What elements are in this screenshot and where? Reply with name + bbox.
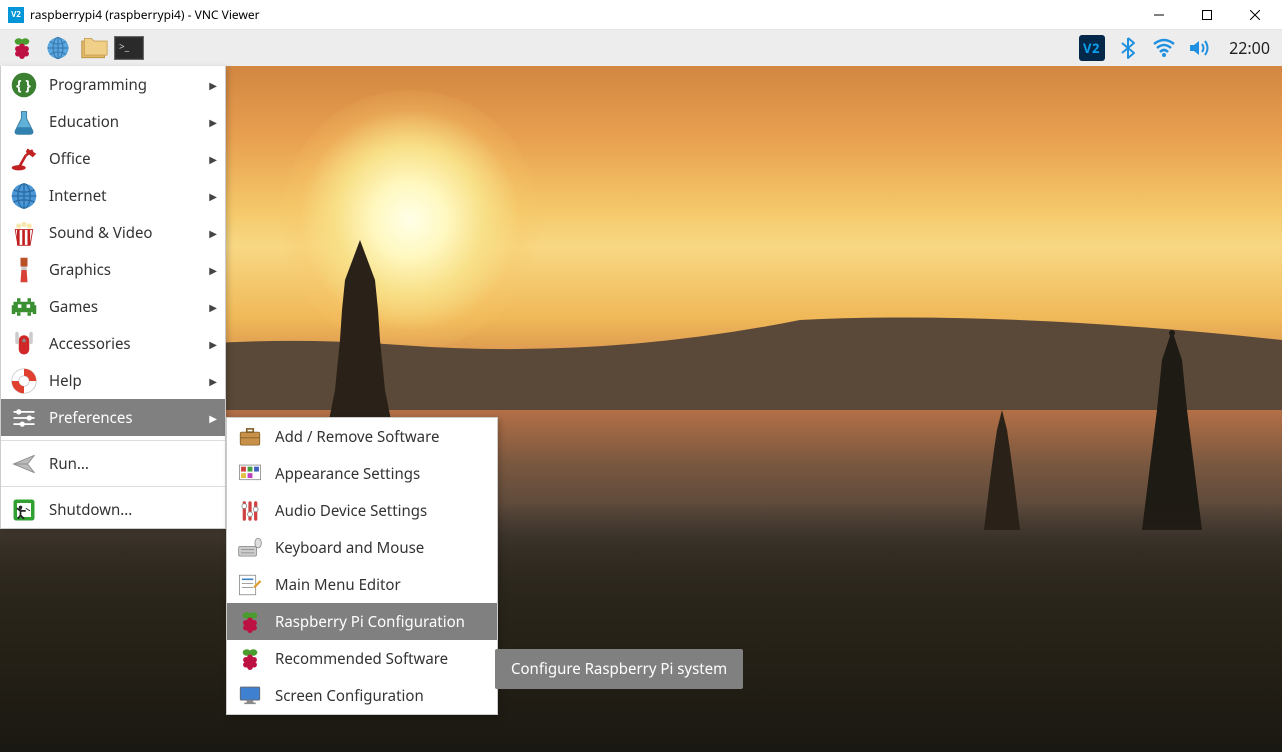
menu-label: Sound & Video: [49, 223, 153, 243]
send-icon: [9, 449, 39, 479]
raspberry-icon: [235, 644, 265, 674]
window-controls: [1144, 5, 1270, 25]
appearance-icon: [235, 459, 265, 489]
submenu-label: Screen Configuration: [275, 686, 424, 706]
svg-text:>_: >_: [119, 39, 130, 53]
sliders-icon: [9, 403, 39, 433]
submenu-item-recommended-software[interactable]: Recommended Software: [227, 640, 497, 677]
exit-icon: [9, 495, 39, 525]
menu-item-internet[interactable]: Internet ▶: [1, 177, 225, 214]
submenu-item-appearance[interactable]: Appearance Settings: [227, 455, 497, 492]
svg-text:{ }: { }: [16, 76, 31, 95]
svg-text:V: V: [1083, 39, 1092, 57]
submenu-label: Audio Device Settings: [275, 501, 427, 521]
menu-label: Office: [49, 149, 91, 169]
menu-label: Games: [49, 297, 98, 317]
menu-item-accessories[interactable]: Accessories ▶: [1, 325, 225, 362]
submenu-item-keyboard-mouse[interactable]: Keyboard and Mouse: [227, 529, 497, 566]
taskbar-clock[interactable]: 22:00: [1229, 37, 1270, 59]
menu-label: Education: [49, 112, 119, 132]
tooltip: Configure Raspberry Pi system: [495, 649, 743, 689]
flask-icon: [9, 107, 39, 137]
menu-label: Graphics: [49, 260, 111, 280]
chevron-right-icon: ▶: [209, 152, 217, 166]
wallpaper-foliage: [0, 502, 1282, 752]
menu-item-help[interactable]: Help ▶: [1, 362, 225, 399]
menu-item-education[interactable]: Education ▶: [1, 103, 225, 140]
menu-label: Accessories: [49, 334, 131, 354]
wifi-icon[interactable]: [1151, 35, 1177, 61]
menu-item-sound-video[interactable]: Sound & Video ▶: [1, 214, 225, 251]
chevron-right-icon: ▶: [209, 189, 217, 203]
submenu-item-raspberry-pi-config[interactable]: Raspberry Pi Configuration: [227, 603, 497, 640]
code-icon: { }: [9, 70, 39, 100]
bluetooth-icon[interactable]: [1115, 35, 1141, 61]
audio-sliders-icon: [235, 496, 265, 526]
web-browser-icon[interactable]: [42, 34, 74, 62]
chevron-right-icon: ▶: [209, 374, 217, 388]
chevron-right-icon: ▶: [209, 78, 217, 92]
menu-separator: [1, 486, 225, 487]
menu-label: Run...: [49, 454, 89, 474]
menu-editor-icon: [235, 570, 265, 600]
menu-item-programming[interactable]: { } Programming ▶: [1, 66, 225, 103]
lifebuoy-icon: [9, 366, 39, 396]
menu-label: Help: [49, 371, 82, 391]
vnc-tray-icon[interactable]: V2: [1079, 35, 1105, 61]
lamp-icon: [9, 144, 39, 174]
monitor-icon: [235, 681, 265, 711]
chevron-right-icon: ▶: [209, 337, 217, 351]
terminal-icon[interactable]: >_: [114, 36, 144, 60]
close-button[interactable]: [1240, 5, 1270, 25]
popcorn-icon: [9, 218, 39, 248]
taskbar: >_ V2 22:00: [0, 30, 1282, 66]
wallpaper-temple-right: [1122, 330, 1222, 530]
chevron-right-icon: ▶: [209, 115, 217, 129]
raspberry-menu-icon[interactable]: [6, 34, 38, 62]
main-menu: { } Programming ▶ Education ▶ Office ▶ Inte…: [0, 66, 226, 529]
window-title: raspberrypi4 (raspberrypi4) - VNC Viewer: [30, 6, 1144, 23]
menu-item-run[interactable]: Run...: [1, 445, 225, 482]
raspberry-icon: [235, 607, 265, 637]
chevron-right-icon: ▶: [209, 300, 217, 314]
submenu-item-screen-config[interactable]: Screen Configuration: [227, 677, 497, 714]
menu-separator: [1, 440, 225, 441]
globe-icon: [9, 181, 39, 211]
menu-item-graphics[interactable]: Graphics ▶: [1, 251, 225, 288]
briefcase-icon: [235, 422, 265, 452]
knife-icon: [9, 329, 39, 359]
menu-label: Internet: [49, 186, 107, 206]
file-manager-icon[interactable]: [78, 34, 110, 62]
menu-item-office[interactable]: Office ▶: [1, 140, 225, 177]
vnc-app-icon: V2: [8, 7, 24, 23]
volume-icon[interactable]: [1187, 35, 1213, 61]
submenu-label: Keyboard and Mouse: [275, 538, 424, 558]
submenu-label: Raspberry Pi Configuration: [275, 612, 465, 632]
window-titlebar: V2 raspberrypi4 (raspberrypi4) - VNC Vie…: [0, 0, 1282, 30]
brush-icon: [9, 255, 39, 285]
submenu-item-main-menu-editor[interactable]: Main Menu Editor: [227, 566, 497, 603]
menu-item-preferences[interactable]: Preferences ▶: [1, 399, 225, 436]
chevron-right-icon: ▶: [209, 263, 217, 277]
invader-icon: [9, 292, 39, 322]
keyboard-mouse-icon: [235, 533, 265, 563]
menu-label: Preferences: [49, 408, 133, 428]
submenu-label: Main Menu Editor: [275, 575, 401, 595]
submenu-label: Appearance Settings: [275, 464, 420, 484]
submenu-label: Add / Remove Software: [275, 427, 439, 447]
menu-label: Shutdown...: [49, 500, 132, 520]
menu-item-shutdown[interactable]: Shutdown...: [1, 491, 225, 528]
submenu-preferences: Add / Remove Software Appearance Setting…: [226, 417, 498, 715]
chevron-right-icon: ▶: [209, 226, 217, 240]
svg-text:2: 2: [1092, 39, 1099, 57]
menu-item-games[interactable]: Games ▶: [1, 288, 225, 325]
chevron-right-icon: ▶: [209, 411, 217, 425]
maximize-button[interactable]: [1192, 5, 1222, 25]
submenu-item-audio[interactable]: Audio Device Settings: [227, 492, 497, 529]
menu-label: Programming: [49, 75, 147, 95]
submenu-label: Recommended Software: [275, 649, 448, 669]
minimize-button[interactable]: [1144, 5, 1174, 25]
submenu-item-add-remove[interactable]: Add / Remove Software: [227, 418, 497, 455]
